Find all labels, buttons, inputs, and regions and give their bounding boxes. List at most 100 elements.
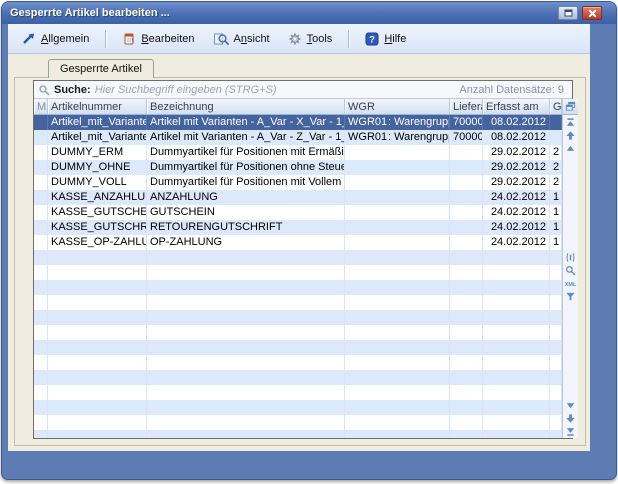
column-chooser-icon[interactable] xyxy=(564,101,577,113)
table-empty-row[interactable] xyxy=(34,400,562,415)
cell-bezeichnung xyxy=(147,415,345,430)
cell-wgr xyxy=(345,325,450,340)
cell-g xyxy=(550,325,562,340)
jump-down-icon[interactable] xyxy=(564,412,577,424)
cell-g: 2 xyxy=(550,145,562,160)
cell-bezeichnung: Dummyartikel für Positionen mit Vollem S… xyxy=(147,175,345,190)
table-row[interactable]: Artikel_mit_Varianten.001Artikel mit Var… xyxy=(34,115,562,130)
table-empty-row[interactable] xyxy=(34,385,562,400)
table-row[interactable]: KASSE_GUTSCHRIFTRETOURENGUTSCHRIFT24.02.… xyxy=(34,220,562,235)
cell-lieferant xyxy=(450,355,483,370)
cell-lieferant xyxy=(450,310,483,325)
cell-artikelnummer xyxy=(48,385,147,400)
table-empty-row[interactable] xyxy=(34,340,562,355)
cell-m xyxy=(34,130,48,145)
table-empty-row[interactable] xyxy=(34,310,562,325)
toolbar-button-bearbeiten[interactable]: Bearbeiten xyxy=(116,29,200,49)
window-frame: Gesperrte Artikel bearbeiten ... Allgeme… xyxy=(1,1,617,480)
cell-erfasst_am xyxy=(483,430,550,438)
grid-search-bar[interactable]: Suche: Hier Suchbegriff eingeben (STRG+S… xyxy=(34,81,572,99)
cell-wgr xyxy=(345,250,450,265)
titlebar[interactable]: Gesperrte Artikel bearbeiten ... xyxy=(2,2,616,24)
cell-erfasst_am xyxy=(483,265,550,280)
table-empty-row[interactable] xyxy=(34,370,562,385)
table-row[interactable]: KASSE_ANZAHLUNGANZAHLUNG24.02.20121 xyxy=(34,190,562,205)
scroll-bottom-icon[interactable] xyxy=(564,425,577,437)
table-empty-row[interactable] xyxy=(34,295,562,310)
cell-wgr xyxy=(345,265,450,280)
edit-notepad-icon xyxy=(122,32,136,46)
cell-g xyxy=(550,280,562,295)
restore-button[interactable] xyxy=(558,6,578,20)
cell-g xyxy=(550,370,562,385)
cell-g xyxy=(550,265,562,280)
table-empty-row[interactable] xyxy=(34,265,562,280)
column-header-artikelnummer[interactable]: Artikelnummer xyxy=(48,99,147,114)
scroll-down-icon[interactable] xyxy=(564,399,577,411)
magnifier-document-icon xyxy=(213,32,229,46)
toolbar-button-hilfe[interactable]: ? Hilfe xyxy=(359,29,412,49)
table-row[interactable]: KASSE_OP-ZAHLUNGOP-ZAHLUNG24.02.20121 xyxy=(34,235,562,250)
cell-wgr xyxy=(345,280,450,295)
column-header-lieferant[interactable]: Lieferant xyxy=(450,99,483,114)
cell-g xyxy=(550,400,562,415)
cell-m xyxy=(34,400,48,415)
column-header-bezeichnung[interactable]: Bezeichnung xyxy=(147,99,345,114)
cell-erfasst_am: 24.02.2012 xyxy=(483,235,550,250)
cell-g: 1 xyxy=(550,235,562,250)
cell-wgr xyxy=(345,400,450,415)
table-empty-row[interactable] xyxy=(34,280,562,295)
column-header-erfasst_am[interactable]: Erfasst am xyxy=(483,99,550,114)
search-icon[interactable] xyxy=(564,264,577,276)
table-row[interactable]: KASSE_GUTSCHEINGUTSCHEIN24.02.20121 xyxy=(34,205,562,220)
jump-up-icon[interactable] xyxy=(564,129,577,141)
toolbar-button-allgemein[interactable]: Allgemein xyxy=(16,29,95,48)
cell-bezeichnung xyxy=(147,265,345,280)
cell-erfasst_am: 24.02.2012 xyxy=(483,190,550,205)
xml-icon[interactable]: XML xyxy=(564,277,577,289)
cell-m xyxy=(34,430,48,438)
search-placeholder[interactable]: Hier Suchbegriff eingeben (STRG+S) xyxy=(95,84,277,96)
column-header-g[interactable]: G xyxy=(550,99,562,114)
table-row[interactable]: DUMMY_VOLLDummyartikel für Positionen mi… xyxy=(34,175,562,190)
toolbar-button-tools[interactable]: Tools xyxy=(282,29,339,49)
scroll-up-icon[interactable] xyxy=(564,142,577,154)
cell-bezeichnung xyxy=(147,340,345,355)
scroll-top-icon[interactable] xyxy=(564,116,577,128)
cell-artikelnummer: KASSE_GUTSCHEIN xyxy=(48,205,147,220)
filter-icon[interactable] xyxy=(564,290,577,302)
cell-g: 2 xyxy=(550,160,562,175)
search-icon xyxy=(38,84,50,96)
cell-erfasst_am: 24.02.2012 xyxy=(483,205,550,220)
table-empty-row[interactable] xyxy=(34,325,562,340)
cell-artikelnummer xyxy=(48,325,147,340)
cell-g xyxy=(550,355,562,370)
cell-artikelnummer: DUMMY_ERM xyxy=(48,145,147,160)
cell-m xyxy=(34,250,48,265)
tab-gesperrte-artikel[interactable]: Gesperrte Artikel xyxy=(48,59,154,78)
cell-g: 1 xyxy=(550,220,562,235)
cell-lieferant: 70000 xyxy=(450,115,483,130)
close-icon xyxy=(588,9,597,18)
table-empty-row[interactable] xyxy=(34,250,562,265)
table-row[interactable]: Artikel_mit_Varianten.002Artikel mit Var… xyxy=(34,130,562,145)
window-title: Gesperrte Artikel bearbeiten ... xyxy=(10,7,170,19)
fit-width-icon[interactable] xyxy=(564,251,577,263)
table-empty-row[interactable] xyxy=(34,430,562,438)
column-header-m[interactable]: M xyxy=(34,99,48,114)
cell-artikelnummer: DUMMY_OHNE xyxy=(48,160,147,175)
table-empty-row[interactable] xyxy=(34,415,562,430)
cell-g xyxy=(550,385,562,400)
table-row[interactable]: DUMMY_OHNEDummyartikel für Positionen oh… xyxy=(34,160,562,175)
cell-artikelnummer xyxy=(48,295,147,310)
cell-m xyxy=(34,265,48,280)
table-row[interactable]: DUMMY_ERMDummyartikel für Positionen mit… xyxy=(34,145,562,160)
toolbar-button-ansicht[interactable]: Ansicht xyxy=(207,29,276,49)
cell-bezeichnung xyxy=(147,310,345,325)
cell-lieferant: 70000 xyxy=(450,130,483,145)
close-button[interactable] xyxy=(582,6,602,20)
grid-main: MArtikelnummerBezeichnungWGRLieferantErf… xyxy=(34,99,572,438)
table-empty-row[interactable] xyxy=(34,355,562,370)
arrow-up-right-icon xyxy=(22,32,36,45)
column-header-wgr[interactable]: WGR xyxy=(345,99,450,114)
